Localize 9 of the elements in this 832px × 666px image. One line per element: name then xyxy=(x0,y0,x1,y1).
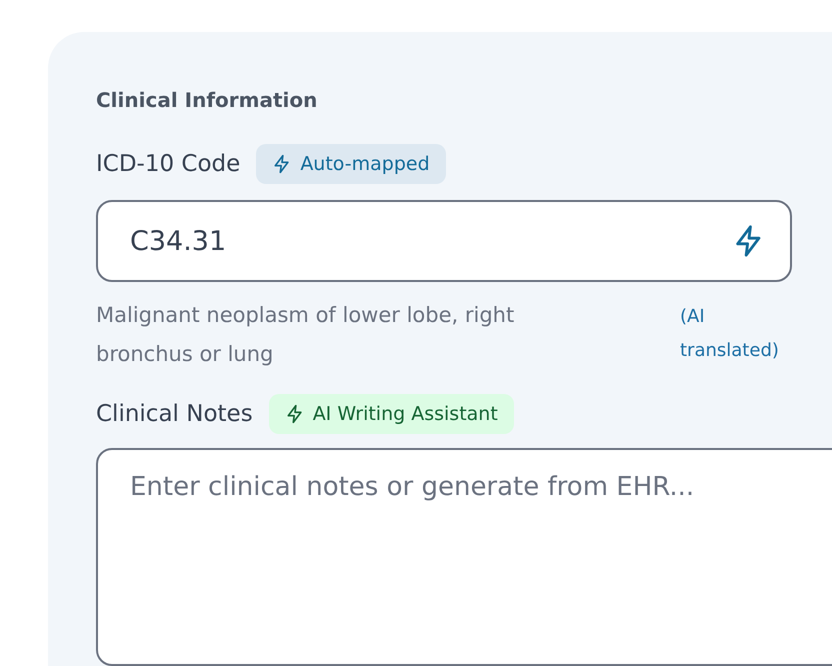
code-description: Malignant neoplasm of lower lobe, right bronchus or lung xyxy=(96,302,516,368)
field-label: Clinical Notes xyxy=(96,400,253,429)
section-title: Clinical Information xyxy=(96,87,318,114)
code-input-field[interactable]: C34.31 xyxy=(96,200,792,282)
notes-text-area[interactable]: Enter clinical notes or generate from EHR... xyxy=(96,448,832,666)
field-label: ICD-10 Code xyxy=(96,150,240,179)
translation-note: (AI translated) xyxy=(680,305,780,363)
ai-badge: AI Writing Assistant xyxy=(268,394,514,434)
ai-badge: Auto-mapped xyxy=(256,144,446,184)
